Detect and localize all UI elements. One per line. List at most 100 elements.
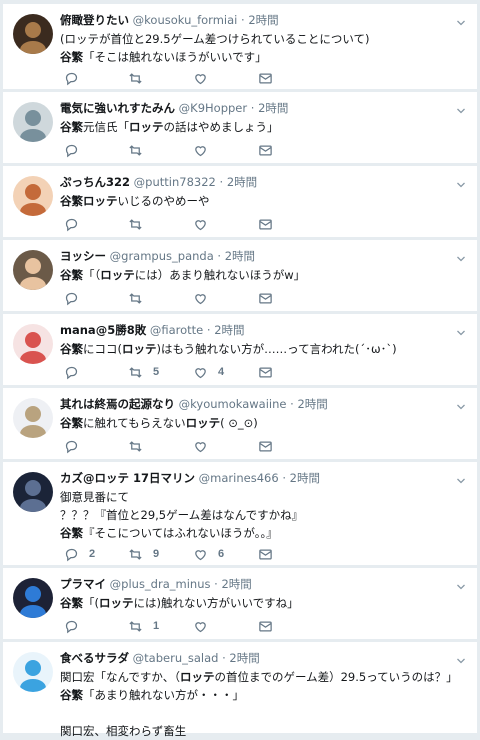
like-button[interactable] xyxy=(193,216,218,232)
tweet-card[interactable]: mana@5勝8敗 @fiarotte · 2時間谷繁にココ(ロッテ)はもう触れ… xyxy=(3,314,477,386)
chevron-down-icon[interactable] xyxy=(455,578,467,590)
like-button[interactable] xyxy=(193,438,218,454)
avatar[interactable] xyxy=(13,250,53,290)
display-name[interactable]: 其れは終焉の起源なり xyxy=(60,397,175,411)
like-button[interactable] xyxy=(193,70,218,86)
message-button[interactable] xyxy=(258,70,273,86)
message-button[interactable] xyxy=(258,618,273,634)
tweet-card[interactable]: 俯瞰登りたい @kousoku_formiai · 2時間 (ロッテが首位と29.… xyxy=(3,4,477,90)
display-name[interactable]: ヨッシー xyxy=(60,249,106,263)
timestamp[interactable]: 2時間 xyxy=(297,397,327,411)
avatar[interactable] xyxy=(13,472,53,512)
user-handle[interactable]: @kyoumokawaiine xyxy=(179,397,287,411)
tweet-line: 谷繁「（ロッテには）あまり触れないほうがw」 xyxy=(60,266,469,284)
retweet-button[interactable] xyxy=(128,142,153,158)
reply-button[interactable] xyxy=(64,364,89,380)
message-button[interactable] xyxy=(258,364,273,380)
display-name[interactable]: ぷっちん322 xyxy=(60,175,130,189)
reply-button[interactable] xyxy=(64,618,89,634)
reply-button[interactable] xyxy=(64,290,89,306)
highlighted-term: 谷繁 xyxy=(60,342,83,356)
like-button[interactable]: 6 xyxy=(193,546,224,562)
avatar[interactable] xyxy=(13,324,53,364)
user-handle[interactable]: @marines466 xyxy=(199,471,279,485)
retweet-button[interactable] xyxy=(128,290,153,306)
avatar[interactable] xyxy=(13,102,53,142)
message-button[interactable] xyxy=(258,546,273,562)
retweet-button[interactable] xyxy=(128,216,153,232)
tweet-header: mana@5勝8敗 @fiarotte · 2時間 xyxy=(60,322,447,338)
chevron-down-icon[interactable] xyxy=(455,324,467,336)
reply-button[interactable] xyxy=(64,216,89,232)
like-button[interactable] xyxy=(193,618,218,634)
like-button[interactable] xyxy=(193,290,218,306)
tweet-card[interactable]: 其れは終焉の起源なり @kyoumokawaiine · 2時間 谷繁に触れてもら… xyxy=(3,388,477,460)
chevron-down-icon[interactable] xyxy=(455,102,467,114)
highlighted-term: ロッテ xyxy=(122,342,157,356)
message-button[interactable] xyxy=(258,438,273,454)
chevron-down-icon[interactable] xyxy=(455,14,467,26)
retweet-button[interactable]: 1 xyxy=(128,618,159,634)
tweet-card[interactable]: カズ@ロッテ 17日マリン @marines466 · 2時間 御意見番にて ？？？… xyxy=(3,462,477,566)
user-handle[interactable]: @kousoku_formiai xyxy=(133,13,238,27)
chevron-down-icon[interactable] xyxy=(455,472,467,484)
highlighted-term: ロッテ xyxy=(129,120,164,134)
envelope-icon xyxy=(258,547,273,562)
text-segment: には）あまり触れないほうがw」 xyxy=(134,268,306,282)
timestamp[interactable]: 2時間 xyxy=(225,249,255,263)
user-handle[interactable]: @grampus_panda xyxy=(110,249,214,263)
avatar[interactable] xyxy=(13,176,53,216)
retweet-button[interactable] xyxy=(128,438,153,454)
user-handle[interactable]: @K9Hopper xyxy=(179,101,247,115)
retweet-button[interactable]: 5 xyxy=(128,364,159,380)
reply-button[interactable] xyxy=(64,70,89,86)
display-name[interactable]: カズ@ロッテ 17日マリン xyxy=(60,471,195,485)
avatar[interactable] xyxy=(13,652,53,692)
highlighted-term: 谷繁 xyxy=(60,194,83,208)
text-segment: いじるのやめーや xyxy=(117,194,210,208)
display-name[interactable]: mana@5勝8敗 xyxy=(60,323,146,337)
avatar[interactable] xyxy=(13,578,53,618)
message-button[interactable] xyxy=(258,216,273,232)
display-name[interactable]: プラマイ xyxy=(60,577,106,591)
retweet-button[interactable] xyxy=(128,70,153,86)
display-name[interactable]: 俯瞰登りたい xyxy=(60,13,129,27)
user-handle[interactable]: @fiarotte xyxy=(150,323,203,337)
user-handle[interactable]: @taberu_salad xyxy=(133,651,219,665)
chevron-down-icon[interactable] xyxy=(455,176,467,188)
tweet-text: 御意見番にて ？？？『首位と29,5ゲーム差はなんですかね』 谷繁『そこについてはふ… xyxy=(60,488,469,542)
timestamp[interactable]: 2時間 xyxy=(290,471,320,485)
reply-button[interactable] xyxy=(64,438,89,454)
display-name[interactable]: 電気に強いれすたみん xyxy=(60,101,175,115)
tweet-card[interactable]: ぷっちん322 @puttin78322 · 2時間 谷繁ロッテいじるのやめーや xyxy=(3,166,477,238)
chevron-down-icon[interactable] xyxy=(455,250,467,262)
avatar[interactable] xyxy=(13,14,53,54)
tweet-actions xyxy=(60,290,290,306)
reply-button[interactable] xyxy=(64,142,89,158)
chevron-down-icon[interactable] xyxy=(455,652,467,664)
timestamp[interactable]: 2時間 xyxy=(227,175,257,189)
display-name[interactable]: 食べるサラダ xyxy=(60,651,129,665)
tweet-line: 谷繁にココ(ロッテ)はもう触れない方が……って言われた(´･ω･`) xyxy=(60,340,469,358)
tweet-card[interactable]: 食べるサラダ @taberu_salad · 2時間 関口宏「なんですか、（ロッテ… xyxy=(3,642,477,738)
tweet-card[interactable]: プラマイ @plus_dra_minus · 2時間 谷繁「(ロッテには)触れない… xyxy=(3,568,477,640)
timestamp[interactable]: 2時間 xyxy=(258,101,288,115)
reply-button[interactable]: 2 xyxy=(64,546,95,562)
timestamp[interactable]: 2時間 xyxy=(221,577,251,591)
timestamp[interactable]: 2時間 xyxy=(214,323,244,337)
message-button[interactable] xyxy=(258,142,273,158)
separator-dot: · xyxy=(206,323,211,337)
message-button[interactable] xyxy=(258,290,273,306)
avatar[interactable] xyxy=(13,398,53,438)
user-handle[interactable]: @plus_dra_minus xyxy=(110,577,211,591)
timestamp[interactable]: 2時間 xyxy=(248,13,278,27)
user-handle[interactable]: @puttin78322 xyxy=(134,175,216,189)
envelope-icon xyxy=(258,439,273,454)
like-button[interactable] xyxy=(193,142,218,158)
tweet-card[interactable]: ヨッシー @grampus_panda · 2時間 谷繁「（ロッテには）あまり触れ… xyxy=(3,240,477,312)
like-button[interactable]: 4 xyxy=(193,364,224,380)
tweet-card[interactable]: 電気に強いれすたみん @K9Hopper · 2時間 谷繁元信氏「ロッテの話はやめ… xyxy=(3,92,477,164)
timestamp[interactable]: 2時間 xyxy=(229,651,259,665)
retweet-button[interactable]: 9 xyxy=(128,546,159,562)
chevron-down-icon[interactable] xyxy=(455,398,467,410)
